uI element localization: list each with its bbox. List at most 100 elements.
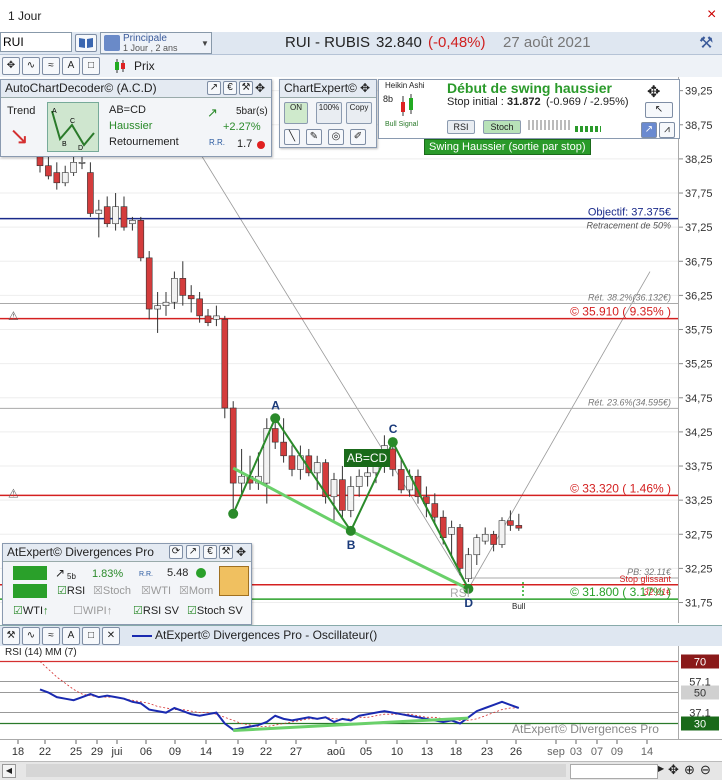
pointer-icon[interactable]: ↖ bbox=[645, 102, 673, 118]
pattern-thumbnail[interactable]: A B C D bbox=[47, 102, 99, 152]
tools-icon[interactable]: ⚒ bbox=[699, 33, 713, 53]
pan-icon[interactable]: ✥ bbox=[668, 762, 679, 778]
zoom-out-icon[interactable]: ⊖ bbox=[700, 762, 711, 778]
close-icon[interactable]: × bbox=[707, 6, 716, 24]
alert-marker-icon: ⚠ bbox=[8, 486, 19, 500]
frame-icon[interactable]: □ bbox=[82, 627, 100, 645]
div-wti-check[interactable]: ☒WTI bbox=[141, 584, 171, 597]
candle-body bbox=[397, 469, 405, 491]
acd-title: AutoChartDecoder© (A.C.D) bbox=[5, 81, 157, 95]
candle-body bbox=[431, 503, 439, 518]
pattern-point-label: B bbox=[347, 538, 356, 552]
move-icon[interactable]: ✥ bbox=[360, 80, 370, 97]
close-icon[interactable]: ✕ bbox=[102, 627, 120, 645]
candle-icon[interactable] bbox=[113, 58, 127, 74]
frame-icon[interactable]: □ bbox=[82, 57, 100, 75]
settings-icon[interactable]: ↗ bbox=[207, 81, 221, 95]
trend-label: Trend bbox=[7, 105, 36, 117]
div-wipi-check[interactable]: ☐WIPI↑ bbox=[73, 604, 112, 617]
zoom-100-button[interactable]: 100% bbox=[316, 102, 342, 124]
oscillator-chart[interactable]: RSI (14) MM (7) AtExpert© Divergences Pr… bbox=[0, 646, 678, 739]
div-mom-check[interactable]: ☒Mom bbox=[179, 584, 213, 597]
date-axis[interactable]: 18 22 25 29 jui 06 09 14 19 22 27 aoû 05 10 13 18 23 26 se… bbox=[0, 739, 722, 762]
tool-icon[interactable]: ⚒ bbox=[219, 545, 233, 559]
zoom-in-icon[interactable]: ⊕ bbox=[684, 762, 695, 778]
date-tick-label: jui bbox=[110, 746, 122, 758]
price-tick-label: 39,25 bbox=[685, 86, 713, 98]
date-tick-label: 14 bbox=[641, 746, 653, 758]
indicator-icon[interactable]: ∿ bbox=[22, 57, 40, 75]
price-axis[interactable]: 39,25 38,75 38,25 37,75 37,25 36,75 36,25 35,75… bbox=[678, 77, 722, 623]
indicator-icon[interactable]: ∿ bbox=[22, 627, 40, 645]
div-stoch-check[interactable]: ☒Stoch bbox=[93, 584, 131, 597]
oscillator-level-label: 70 bbox=[694, 657, 706, 669]
rsi-button[interactable]: RSI bbox=[447, 120, 475, 134]
on-toggle[interactable]: ON bbox=[284, 102, 308, 124]
symbol-input[interactable] bbox=[0, 32, 72, 52]
refresh-icon[interactable]: ⟳ bbox=[169, 545, 183, 559]
candle-body bbox=[154, 305, 161, 310]
bell-icon[interactable] bbox=[219, 566, 249, 596]
acd-title-bar: AutoChartDecoder© (A.C.D) ↗ € ⚒ ✥ bbox=[1, 80, 271, 98]
scroll-right-icon[interactable]: ▶ bbox=[658, 764, 664, 773]
div-rsisv-check[interactable]: ☑RSI SV bbox=[133, 604, 179, 617]
line-tool-icon[interactable]: ╲ bbox=[284, 129, 300, 145]
wave-icon[interactable]: ≈ bbox=[42, 57, 60, 75]
candle-body bbox=[515, 525, 523, 529]
svg-text:A: A bbox=[52, 108, 57, 115]
level-label: © 35.910 ( 9.35% ) bbox=[570, 305, 671, 319]
copy-button[interactable]: Copy bbox=[346, 102, 372, 124]
price-chart-svg: Objectif: 37.375€ Retracement de 50% Rét. … bbox=[0, 90, 722, 622]
oscillator-axis[interactable]: 70 57.1 50 37.1 30 bbox=[678, 646, 722, 739]
candle-body bbox=[95, 209, 103, 214]
div-wti2-check[interactable]: ☑WTI↑ bbox=[13, 604, 49, 617]
edit-icon[interactable]: ✐ bbox=[350, 129, 366, 145]
crosshair-icon[interactable]: ✥ bbox=[2, 57, 20, 75]
price-tick-label: 37,25 bbox=[685, 222, 713, 234]
tool-icon[interactable]: ⚒ bbox=[239, 81, 253, 95]
candle-body bbox=[171, 278, 178, 303]
main-toolbar: Principale 1 Jour , 2 ans ▼ RUI - RUBIS … bbox=[0, 32, 722, 55]
chart-icon[interactable]: ↗ bbox=[641, 122, 657, 138]
scroll-left-icon[interactable]: ◀ bbox=[2, 764, 16, 778]
scroll-track[interactable] bbox=[26, 764, 566, 777]
date-tick-label: 29 bbox=[91, 746, 103, 758]
move-icon[interactable]: ✥ bbox=[647, 82, 660, 102]
date-tick-label: 18 bbox=[12, 746, 24, 758]
annotate-icon[interactable]: A bbox=[62, 627, 80, 645]
zigzag-icon[interactable]: ⩘ bbox=[659, 122, 675, 138]
price-chart[interactable]: Objectif: 37.375€ Retracement de 50% Rét. … bbox=[0, 77, 722, 623]
strength-meter-gray bbox=[528, 120, 572, 130]
candle-body bbox=[481, 533, 489, 542]
price-tick-label: 35,75 bbox=[685, 325, 713, 337]
wave-icon[interactable]: ≈ bbox=[42, 627, 60, 645]
chartexpert-title-bar: ChartExpert© ✥ bbox=[280, 80, 376, 98]
stoch-button[interactable]: Stoch bbox=[483, 120, 521, 134]
move-icon[interactable]: ✥ bbox=[236, 544, 246, 561]
heikin-ashi-icon bbox=[401, 94, 413, 116]
oscillator-level-label: 50 bbox=[694, 688, 706, 700]
div-rsi-check[interactable]: ☑RSI bbox=[57, 584, 85, 597]
oscillator-indicator: RSI (14) MM (7) bbox=[5, 647, 77, 658]
book-icon[interactable] bbox=[75, 34, 97, 52]
candle-body bbox=[45, 165, 52, 177]
euro-icon[interactable]: € bbox=[203, 545, 217, 559]
signal-bars: 8b bbox=[383, 94, 394, 104]
scroll-thumb[interactable] bbox=[570, 764, 658, 779]
level-label: Rét. 38.2%(36.132€) bbox=[588, 292, 671, 302]
tool-icon[interactable]: ⚒ bbox=[2, 627, 20, 645]
candle-body bbox=[78, 162, 86, 164]
candle-body bbox=[103, 206, 111, 225]
svg-text:C: C bbox=[70, 118, 75, 125]
annotate-icon[interactable]: A bbox=[62, 57, 80, 75]
pen-tool-icon[interactable]: ✎ bbox=[306, 129, 322, 145]
target-icon[interactable]: ◎ bbox=[328, 129, 344, 145]
horizontal-scrollbar[interactable]: ◀ ▶ ✥ ⊕ ⊖ bbox=[0, 761, 722, 780]
candle-body bbox=[61, 172, 69, 184]
div-stochsv-check[interactable]: ☑Stoch SV bbox=[187, 604, 243, 617]
layout-selector[interactable]: Principale 1 Jour , 2 ans ▼ bbox=[100, 32, 212, 54]
euro-icon[interactable]: € bbox=[223, 81, 237, 95]
candle-body bbox=[112, 206, 119, 225]
settings-icon[interactable]: ↗ bbox=[186, 545, 200, 559]
move-icon[interactable]: ✥ bbox=[255, 80, 265, 97]
